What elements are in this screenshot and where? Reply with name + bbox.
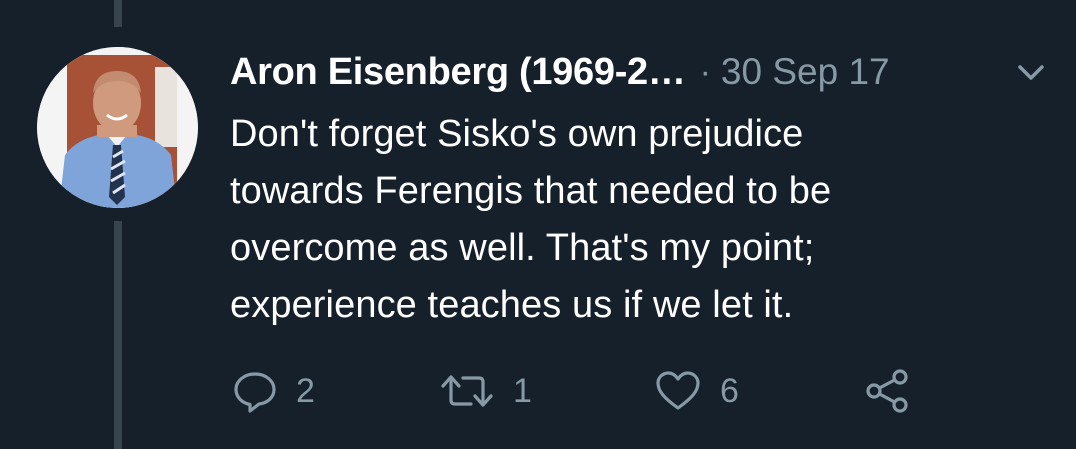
- tweet-actions: 2 1 6: [232, 365, 932, 417]
- avatar[interactable]: [37, 47, 198, 208]
- reply-icon: [232, 368, 278, 414]
- thread-line-bottom: [114, 221, 122, 449]
- retweet-count: 1: [513, 371, 532, 410]
- chevron-down-icon[interactable]: [1012, 56, 1050, 88]
- like-count: 6: [720, 371, 739, 410]
- author-name[interactable]: Aron Eisenberg (1969-2…: [230, 51, 686, 94]
- retweet-icon: [439, 368, 495, 414]
- heart-icon: [654, 368, 702, 414]
- share-icon: [862, 368, 912, 414]
- retweet-button[interactable]: 1: [439, 365, 532, 417]
- tweet-date[interactable]: 30 Sep 17: [721, 51, 890, 93]
- share-button[interactable]: [862, 365, 912, 417]
- reply-count: 2: [296, 371, 315, 410]
- separator: ·: [699, 52, 711, 91]
- profile-photo: [37, 47, 198, 208]
- thread-line-top: [114, 0, 122, 27]
- reply-button[interactable]: 2: [232, 365, 315, 417]
- tweet-text: Don't forget Sisko's own prejudice towar…: [230, 113, 832, 326]
- like-button[interactable]: 6: [654, 365, 739, 417]
- tweet-header: Aron Eisenberg (1969-2… · 30 Sep 17: [230, 50, 1050, 94]
